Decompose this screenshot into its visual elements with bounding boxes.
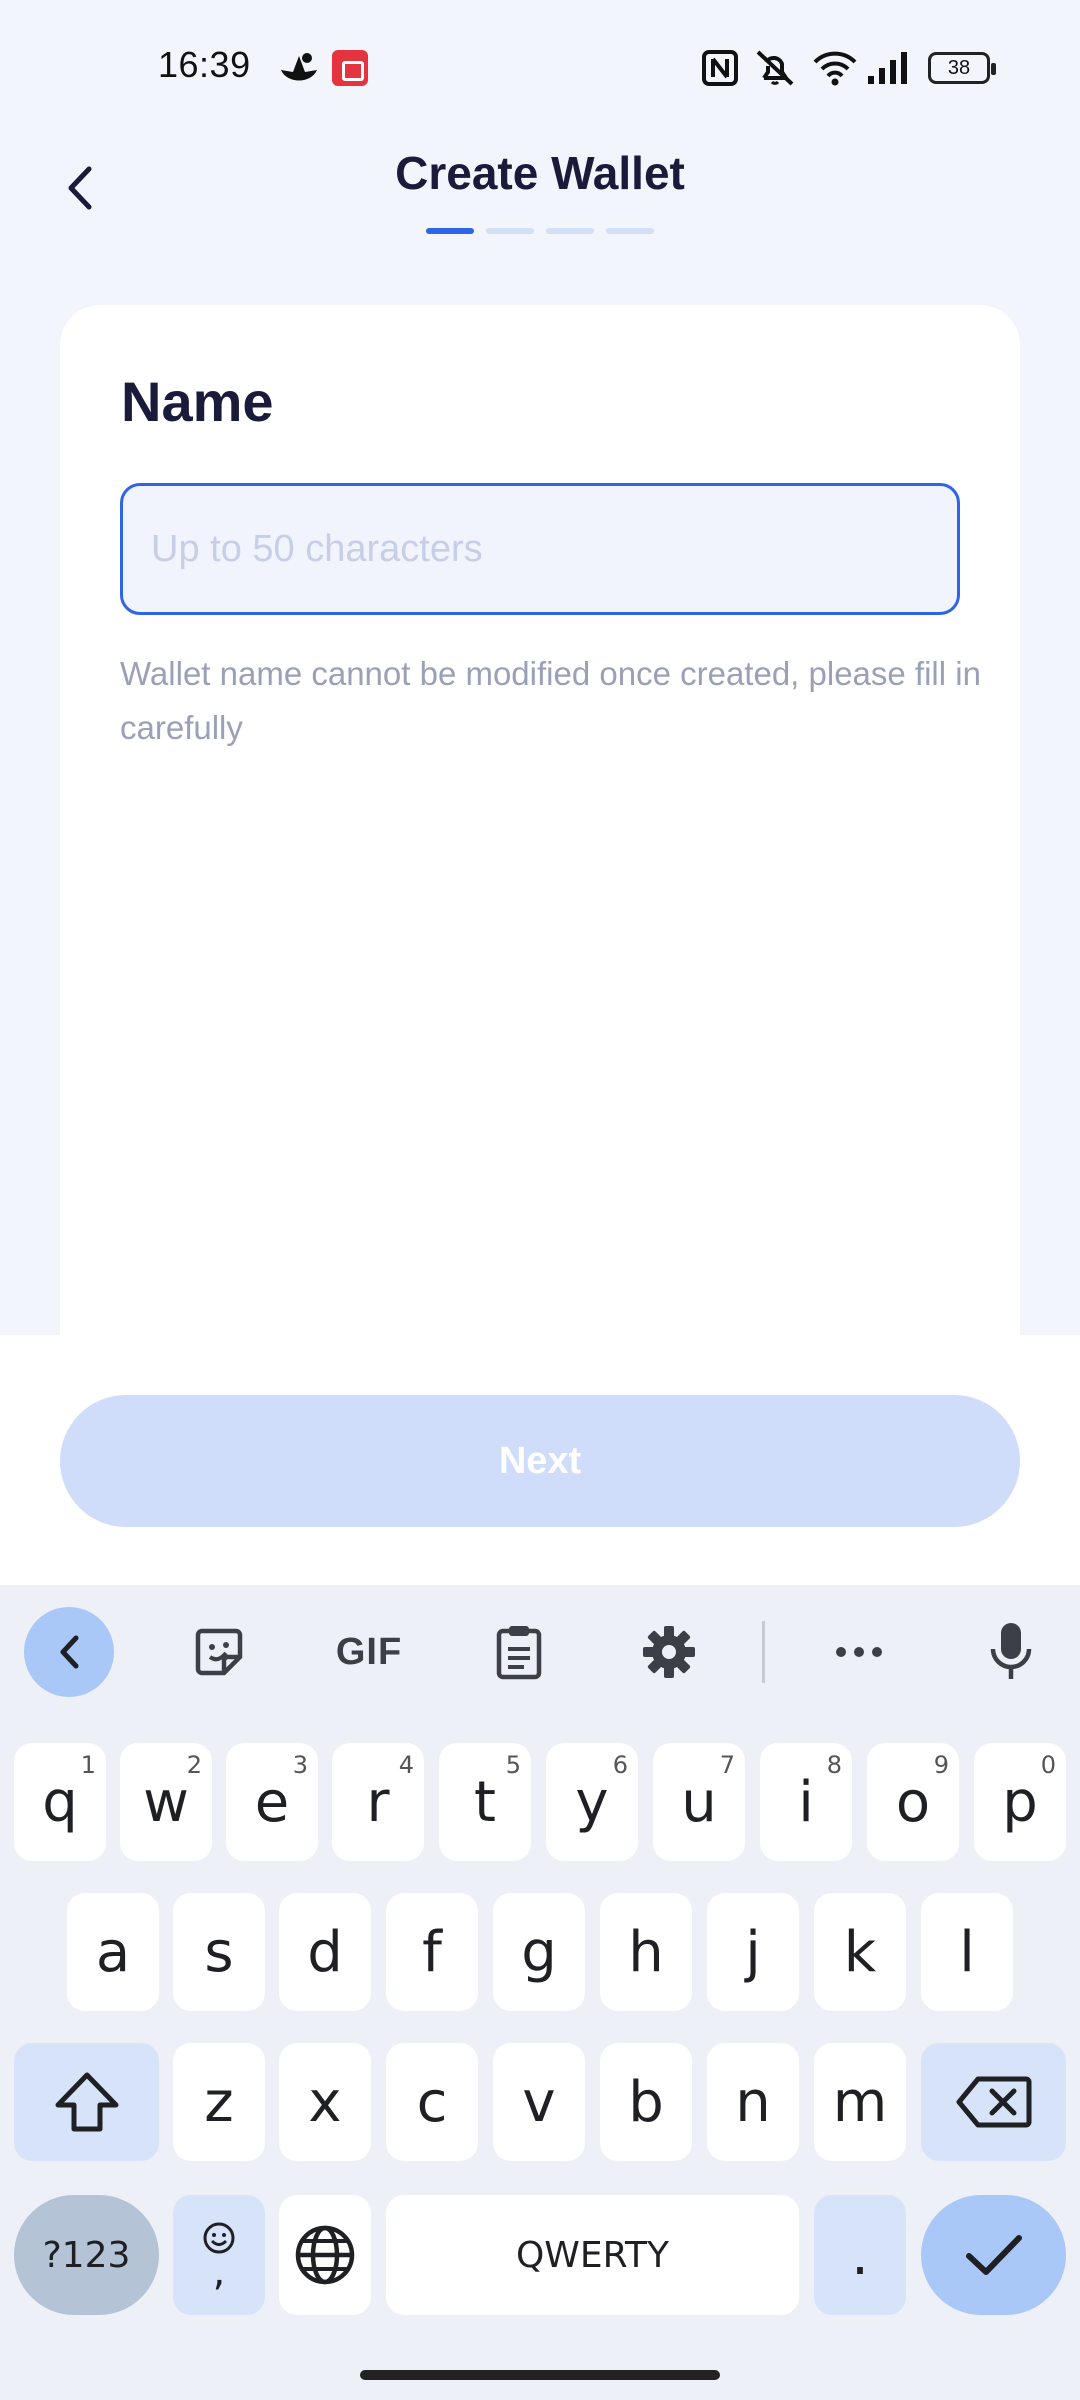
- keyboard-toolbar: GIF: [0, 1585, 1080, 1720]
- status-time: 16:39: [158, 44, 251, 85]
- mute-icon: [752, 48, 798, 93]
- page-title: Create Wallet: [395, 147, 685, 199]
- emoji-comma-key[interactable]: ,: [173, 2195, 265, 2315]
- microphone-icon: [990, 1623, 1032, 1679]
- enter-key[interactable]: [921, 2195, 1066, 2315]
- globe-icon: [295, 2225, 355, 2285]
- key-m[interactable]: m: [814, 2043, 906, 2161]
- backspace-key[interactable]: [921, 2043, 1066, 2161]
- key-o[interactable]: o9: [867, 1743, 959, 1861]
- key-w[interactable]: w2: [120, 1743, 212, 1861]
- key-u[interactable]: u7: [653, 1743, 745, 1861]
- clipboard-icon: [496, 1626, 542, 1680]
- screen-record-icon: [332, 50, 368, 86]
- step-indicator: [546, 228, 594, 234]
- key-hint: 6: [612, 1751, 628, 1779]
- key-label: o: [895, 1769, 931, 1835]
- key-label: q: [42, 1769, 78, 1835]
- key-hint: 2: [186, 1751, 202, 1779]
- key-n[interactable]: n: [707, 2043, 799, 2161]
- step-indicator: [606, 228, 654, 234]
- app-notification-icon: [277, 48, 321, 93]
- gif-button[interactable]: GIF: [324, 1607, 414, 1697]
- keyboard-collapse-button[interactable]: [24, 1607, 114, 1697]
- key-g[interactable]: g: [493, 1893, 585, 2011]
- step-indicator: [486, 228, 534, 234]
- battery-icon: 38: [928, 52, 996, 84]
- key-d[interactable]: d: [279, 1893, 371, 2011]
- keyboard: GIF q1 w2 e3 r4 t5 y6 u7 i8 o9 p0 a s d …: [0, 1585, 1080, 2400]
- signal-icon: [866, 50, 910, 91]
- comma-label: ,: [212, 2249, 226, 2295]
- symbols-key[interactable]: ?123: [14, 2195, 159, 2315]
- key-p[interactable]: p0: [974, 1743, 1066, 1861]
- key-v[interactable]: v: [493, 2043, 585, 2161]
- shift-key[interactable]: [14, 2043, 159, 2161]
- screen: 16:39 38 Create Wallet Name Wallet name: [0, 0, 1080, 2400]
- bottom-bar: Next: [0, 1335, 1080, 1585]
- key-hint: 8: [826, 1751, 842, 1779]
- key-hint: 4: [398, 1751, 414, 1779]
- key-i[interactable]: i8: [760, 1743, 852, 1861]
- name-card: Name Wallet name cannot be modified once…: [60, 305, 1020, 1385]
- key-label: u: [681, 1769, 717, 1835]
- space-key[interactable]: QWERTY: [386, 2195, 799, 2315]
- voice-input-button[interactable]: [966, 1607, 1056, 1697]
- wallet-name-input[interactable]: [120, 483, 960, 615]
- step-indicator: [426, 228, 474, 234]
- checkmark-icon: [965, 2235, 1022, 2275]
- more-options-button[interactable]: [814, 1607, 904, 1697]
- step-progress: [426, 228, 654, 234]
- key-label: e: [254, 1769, 290, 1835]
- sticker-icon: [195, 1628, 243, 1676]
- key-label: p: [1002, 1769, 1038, 1835]
- toolbar-divider: [762, 1621, 765, 1683]
- key-label: t: [474, 1769, 496, 1835]
- gear-icon: [643, 1626, 695, 1678]
- key-x[interactable]: x: [279, 2043, 371, 2161]
- nfc-icon: [702, 50, 738, 91]
- next-button[interactable]: Next: [60, 1395, 1020, 1527]
- key-hint: 3: [292, 1751, 308, 1779]
- key-hint: 7: [719, 1751, 735, 1779]
- key-label: w: [143, 1769, 189, 1835]
- key-y[interactable]: y6: [546, 1743, 638, 1861]
- key-q[interactable]: q1: [14, 1743, 106, 1861]
- key-hint: 5: [505, 1751, 521, 1779]
- language-key[interactable]: [279, 2195, 371, 2315]
- period-key[interactable]: .: [814, 2195, 906, 2315]
- key-z[interactable]: z: [173, 2043, 265, 2161]
- key-j[interactable]: j: [707, 1893, 799, 2011]
- key-l[interactable]: l: [921, 1893, 1013, 2011]
- key-r[interactable]: r4: [332, 1743, 424, 1861]
- shift-icon: [55, 2072, 118, 2132]
- home-indicator[interactable]: [360, 2370, 720, 2380]
- keyboard-settings-button[interactable]: [624, 1607, 714, 1697]
- clipboard-button[interactable]: [474, 1607, 564, 1697]
- key-a[interactable]: a: [67, 1893, 159, 2011]
- name-label: Name: [121, 370, 274, 433]
- key-label: y: [575, 1769, 609, 1835]
- backspace-icon: [956, 2076, 1031, 2128]
- key-s[interactable]: s: [173, 1893, 265, 2011]
- wifi-icon: [812, 48, 858, 93]
- key-h[interactable]: h: [600, 1893, 692, 2011]
- key-hint: 9: [933, 1751, 949, 1779]
- key-c[interactable]: c: [386, 2043, 478, 2161]
- status-bar: 16:39 38: [0, 0, 1080, 130]
- key-b[interactable]: b: [600, 2043, 692, 2161]
- more-horizontal-icon: [836, 1647, 882, 1657]
- name-hint: Wallet name cannot be modified once crea…: [120, 655, 981, 746]
- key-e[interactable]: e3: [226, 1743, 318, 1861]
- key-k[interactable]: k: [814, 1893, 906, 2011]
- key-f[interactable]: f: [386, 1893, 478, 2011]
- chevron-left-icon: [60, 1635, 79, 1669]
- key-label: i: [798, 1769, 814, 1835]
- key-t[interactable]: t5: [439, 1743, 531, 1861]
- sticker-button[interactable]: [174, 1607, 264, 1697]
- key-hint: 0: [1040, 1751, 1056, 1779]
- key-hint: 1: [80, 1751, 96, 1779]
- key-label: r: [366, 1769, 390, 1835]
